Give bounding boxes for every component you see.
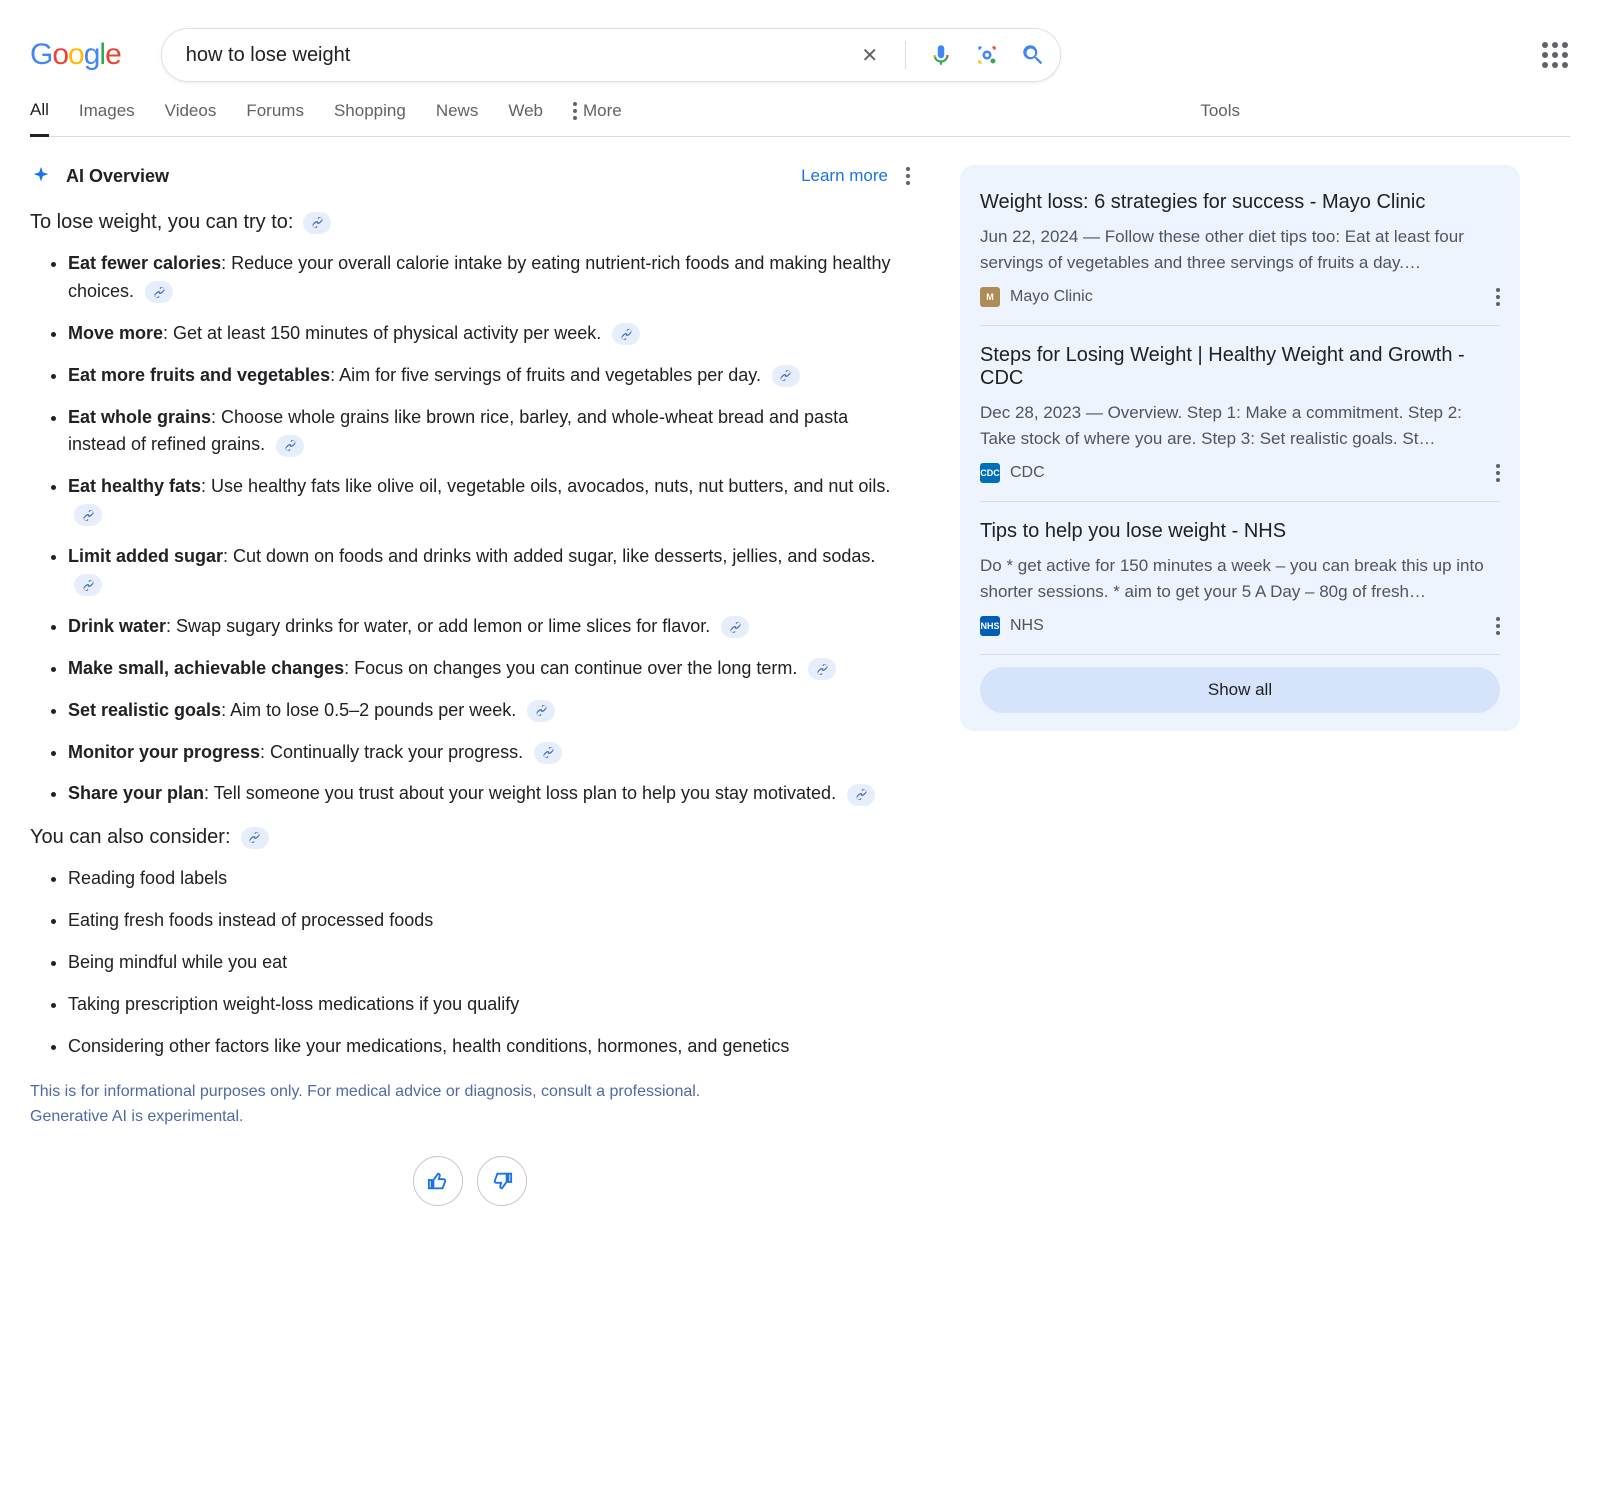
ai-overflow-icon[interactable]	[906, 167, 910, 185]
feedback-row	[30, 1156, 910, 1206]
source-card: Weight loss: 6 strategies for success - …	[980, 185, 1500, 326]
point-item: Set realistic goals: Aim to lose 0.5–2 p…	[68, 697, 910, 725]
citation-chip[interactable]	[303, 212, 331, 234]
source-card: Tips to help you lose weight - NHS Do * g…	[980, 502, 1500, 655]
tabs-row: All Images Videos Forums Shopping News W…	[30, 82, 1570, 137]
also-item: Being mindful while you eat	[68, 949, 910, 977]
search-icon[interactable]	[1020, 42, 1046, 68]
tab-web[interactable]: Web	[508, 101, 543, 135]
tab-forums[interactable]: Forums	[246, 101, 304, 135]
point-item: Make small, achievable changes: Focus on…	[68, 655, 910, 683]
source-card: Steps for Losing Weight | Healthy Weight…	[980, 326, 1500, 502]
citation-chip[interactable]	[534, 742, 562, 764]
citation-chip[interactable]	[241, 827, 269, 849]
citation-chip[interactable]	[808, 658, 836, 680]
source-favicon: CDC	[980, 463, 1000, 483]
tools-button[interactable]: Tools	[1200, 101, 1240, 135]
point-item: Eat whole grains: Choose whole grains li…	[68, 404, 910, 460]
source-snippet: Do * get active for 150 minutes a week –…	[980, 553, 1500, 604]
source-title[interactable]: Steps for Losing Weight | Healthy Weight…	[980, 344, 1500, 390]
learn-more-link[interactable]: Learn more	[801, 166, 888, 186]
mic-icon[interactable]	[928, 42, 954, 68]
point-item: Eat more fruits and vegetables: Aim for …	[68, 362, 910, 390]
ai-overview-header: AI Overview Learn more	[30, 165, 910, 187]
citation-chip[interactable]	[772, 365, 800, 387]
point-item: Monitor your progress: Continually track…	[68, 739, 910, 767]
also-list: Reading food labels Eating fresh foods in…	[30, 865, 910, 1060]
source-snippet: Jun 22, 2024 — Follow these other diet t…	[980, 224, 1500, 275]
sparkle-icon	[30, 165, 52, 187]
subhead: You can also consider:	[30, 826, 910, 849]
source-favicon: M	[980, 287, 1000, 307]
also-item: Reading food labels	[68, 865, 910, 893]
citation-chip[interactable]	[612, 323, 640, 345]
source-favicon: NHS	[980, 616, 1000, 636]
points-list: Eat fewer calories: Reduce your overall …	[30, 250, 910, 808]
lead-text: To lose weight, you can try to:	[30, 211, 910, 234]
search-input[interactable]	[186, 44, 857, 67]
citation-chip[interactable]	[847, 784, 875, 806]
header: Google	[30, 20, 1570, 82]
citation-chip[interactable]	[145, 281, 173, 303]
citation-chip[interactable]	[527, 700, 555, 722]
tab-videos[interactable]: Videos	[165, 101, 217, 135]
also-item: Eating fresh foods instead of processed …	[68, 907, 910, 935]
ai-overview-title: AI Overview	[66, 166, 169, 187]
tab-images[interactable]: Images	[79, 101, 135, 135]
also-item: Taking prescription weight-loss medicati…	[68, 991, 910, 1019]
source-overflow-icon[interactable]	[1496, 617, 1500, 635]
point-item: Eat fewer calories: Reduce your overall …	[68, 250, 910, 306]
sources-panel: Weight loss: 6 strategies for success - …	[960, 165, 1520, 731]
disclaimer: This is for informational purposes only.…	[30, 1079, 910, 1130]
citation-chip[interactable]	[74, 574, 102, 596]
lens-icon[interactable]	[974, 42, 1000, 68]
source-name: NHS	[1010, 617, 1044, 635]
point-item: Limit added sugar: Cut down on foods and…	[68, 543, 910, 599]
citation-chip[interactable]	[721, 616, 749, 638]
main-column: AI Overview Learn more To lose weight, y…	[30, 165, 910, 1206]
also-item: Considering other factors like your medi…	[68, 1033, 910, 1061]
show-all-button[interactable]: Show all	[980, 667, 1500, 713]
source-overflow-icon[interactable]	[1496, 288, 1500, 306]
source-overflow-icon[interactable]	[1496, 464, 1500, 482]
source-title[interactable]: Weight loss: 6 strategies for success - …	[980, 191, 1500, 214]
source-title[interactable]: Tips to help you lose weight - NHS	[980, 520, 1500, 543]
point-item: Move more: Get at least 150 minutes of p…	[68, 320, 910, 348]
google-logo[interactable]: Google	[30, 38, 121, 72]
source-name: Mayo Clinic	[1010, 288, 1093, 306]
source-name: CDC	[1010, 464, 1045, 482]
point-item: Eat healthy fats: Use healthy fats like …	[68, 473, 910, 529]
clear-icon[interactable]	[857, 42, 883, 68]
tab-shopping[interactable]: Shopping	[334, 101, 406, 135]
point-item: Share your plan: Tell someone you trust …	[68, 780, 910, 808]
citation-chip[interactable]	[74, 504, 102, 526]
divider	[905, 41, 906, 69]
source-snippet: Dec 28, 2023 — Overview. Step 1: Make a …	[980, 400, 1500, 451]
search-box[interactable]	[161, 28, 1061, 82]
thumbs-down-button[interactable]	[477, 1156, 527, 1206]
tab-news[interactable]: News	[436, 101, 479, 135]
tab-more[interactable]: More	[573, 101, 622, 135]
point-item: Drink water: Swap sugary drinks for wate…	[68, 613, 910, 641]
apps-icon[interactable]	[1544, 42, 1570, 68]
thumbs-up-button[interactable]	[413, 1156, 463, 1206]
citation-chip[interactable]	[276, 435, 304, 457]
tab-all[interactable]: All	[30, 100, 49, 137]
